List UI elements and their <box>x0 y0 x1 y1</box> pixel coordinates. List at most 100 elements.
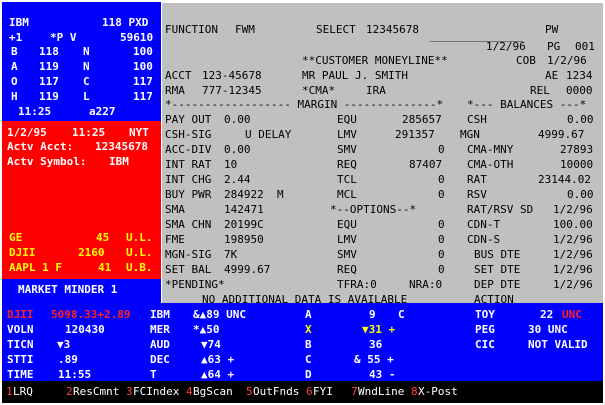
ticker-value: &▲89 UNC <box>193 308 246 321</box>
fkey-label: BgScan <box>193 385 233 398</box>
active-account-label: Actv Acct: <box>7 140 74 153</box>
margin-field-label: SMA <box>165 203 185 216</box>
margin-field-label: SMA CHN <box>165 218 212 231</box>
ticker-label: STTI <box>7 353 34 366</box>
margin-field-label: CSH-SIG <box>165 128 212 141</box>
ticker-value: ▼74 <box>201 338 221 351</box>
margin-mid-value: 291357 <box>395 128 435 141</box>
margin-field-value: 4999.67 <box>224 263 271 276</box>
select-label: SELECT <box>316 23 356 36</box>
fkey-1-lrq[interactable]: 1 LRQ <box>2 381 62 403</box>
rma-label: RMA <box>165 84 185 97</box>
minder-symbol[interactable]: DJII <box>9 246 36 259</box>
quote-row-value: 119 <box>39 90 59 103</box>
ticker-value: ▼3 <box>57 338 71 351</box>
fkey-7-wndline[interactable]: 7 WndLine <box>347 381 412 403</box>
balance-value: 100.00 <box>553 218 593 231</box>
quote-row-mark: N <box>83 60 90 73</box>
ticker-label: MER <box>150 323 170 336</box>
fkey-2-rescmnt[interactable]: 2 ResCmnt <box>62 381 122 403</box>
balance-label: CSH <box>467 113 487 126</box>
options-label: LMV <box>337 233 357 246</box>
ticker-value: NOT VALID <box>528 338 588 351</box>
ticker-label: B <box>305 338 312 351</box>
fkey-number: 7 <box>351 385 358 398</box>
margin-field-label: ACC-DIV <box>165 143 212 156</box>
function-key-bar: 1 LRQ 2 ResCmnt 3 FCIndex 4 BgScan 5 Out… <box>2 381 603 403</box>
account-time: 11:25 <box>72 126 106 139</box>
quote-flags: *P V <box>50 31 77 44</box>
ticker-label: A <box>305 308 312 321</box>
options-divider: *--OPTIONS--* <box>330 203 417 216</box>
fkey-label: WndLine <box>358 385 405 398</box>
balance-value: 27893 <box>560 143 594 156</box>
balance-label: DEP DTE <box>474 278 521 291</box>
quote-code: a227 <box>89 105 116 118</box>
balance-label: MGN <box>460 128 480 141</box>
balance-label: CDN-S <box>467 233 501 246</box>
minder-symbol[interactable]: AAPL 1 F <box>9 261 62 274</box>
quote-price: 118 PXD <box>102 16 149 29</box>
margin-field-value: 284922 M <box>224 188 284 201</box>
options-value: 0 <box>438 233 445 246</box>
ticker-value: 43 - <box>369 368 396 381</box>
options-label: REQ <box>337 263 357 276</box>
quote-row-mark: N <box>83 45 90 58</box>
fkey-4-bgscan[interactable]: 4 BgScan <box>182 381 242 403</box>
options-value: 0 <box>438 248 445 261</box>
ticker-value: 22 <box>540 308 554 321</box>
balance-value: 10000 <box>560 158 594 171</box>
fkey-number: 2 <box>66 385 73 398</box>
balance-label: CMA-MNY <box>467 143 514 156</box>
fkey-8-xpost[interactable]: 8 X-Post <box>407 381 487 403</box>
quote-row-label: H <box>11 90 18 103</box>
page-number: 001 <box>575 40 595 53</box>
ticker-label: DJII <box>7 308 34 321</box>
ticker-label: DEC <box>150 353 170 366</box>
fkey-label: X-Post <box>418 385 458 398</box>
quote-row-label: O <box>11 75 18 88</box>
margin-field-value: 2.44 <box>224 173 251 186</box>
ticker-label: CIC <box>475 338 495 351</box>
ticker-value: 11:55 <box>58 368 92 381</box>
ticker-label: T <box>150 368 157 381</box>
fkey-label: ResCmnt <box>73 385 120 398</box>
balances-divider: *--- BALANCES ---* <box>467 98 587 111</box>
options-value: 0 <box>438 263 445 276</box>
quote-row-mark: C <box>83 75 90 88</box>
quote-row-value2: 117 <box>133 75 153 88</box>
balance-value: 1/2/96 <box>553 248 593 261</box>
fkey-3-fcindex[interactable]: 3 FCIndex <box>122 381 182 403</box>
margin-mid-value: 0 <box>438 173 445 186</box>
ticker-label: AUD <box>150 338 170 351</box>
ticker-label: TOY <box>475 308 495 321</box>
ticker-label: IBM <box>150 308 170 321</box>
margin-field-value: 10 <box>224 158 238 171</box>
ticker-label: TIME <box>7 368 34 381</box>
market-ticker-panel: DJII 5098.33+2.89 VOLN 120430 TICN ▼3 ST… <box>2 303 603 381</box>
rel-label: REL <box>530 84 550 97</box>
acct-label: ACCT <box>165 69 192 82</box>
fkey-number: 4 <box>186 385 193 398</box>
balance-value: 0.00 <box>567 188 594 201</box>
minder-value: 41 <box>98 261 112 274</box>
quote-row-value: 119 <box>39 60 59 73</box>
margin-mid-label: SMV <box>337 143 357 156</box>
function-label: FUNCTION <box>165 23 218 36</box>
balance-label: RAT/RSV SD <box>467 203 534 216</box>
fkey-label: LRQ <box>13 385 33 398</box>
margin-mid-label: REQ <box>337 158 357 171</box>
minder-value: 45 <box>96 231 110 244</box>
minder-symbol[interactable]: GE <box>9 231 22 244</box>
fkey-5-outfnds[interactable]: 5 OutFnds <box>242 381 302 403</box>
function-value[interactable]: FWM <box>235 23 255 36</box>
minder-value: 2160 <box>78 246 105 259</box>
select-input[interactable]: 12345678 <box>366 23 419 36</box>
cob-date: 1/2/96 <box>547 54 587 67</box>
account-date: 1/2/95 <box>7 126 47 139</box>
margin-field-value: 0.00 <box>224 143 251 156</box>
ticker-extra: C <box>398 308 405 321</box>
balance-value: 0.00 <box>567 113 594 126</box>
pending-label: *PENDING* <box>165 278 225 291</box>
customer-name: MR PAUL J. SMITH <box>302 69 408 82</box>
